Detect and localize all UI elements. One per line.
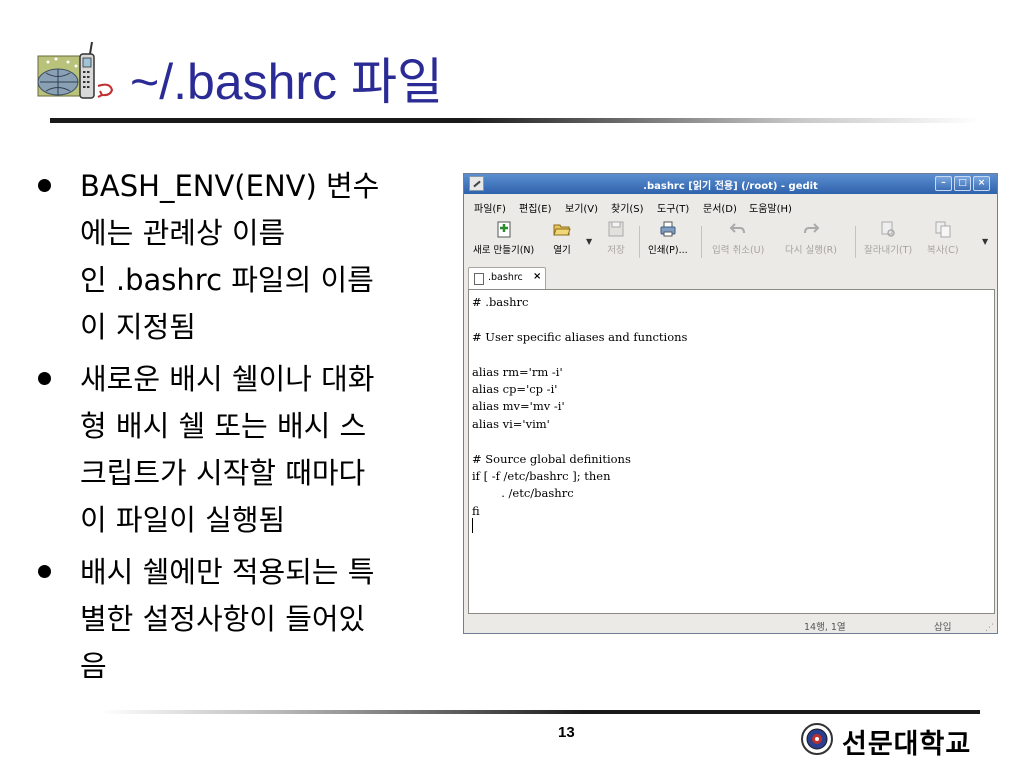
redo-button[interactable]: 다시 실행(R) [785, 220, 837, 256]
toolbar-separator [639, 226, 640, 258]
bullet-line: 이 지정됨 [80, 310, 196, 344]
maximize-button[interactable]: □ [954, 176, 971, 191]
bullet-line: BASH_ENV(ENV) 변수 [80, 169, 380, 203]
toolbar-label: 잘라내기(T) [864, 245, 913, 256]
footer-divider [100, 710, 980, 714]
cut-button[interactable]: 잘라내기(T) [864, 220, 912, 256]
menu-tools[interactable]: 도구(T) [657, 200, 689, 215]
toolbar-label: 인쇄(P)... [648, 245, 688, 256]
window-title: .bashrc [읽기 전용] (/root) - gedit [643, 181, 818, 192]
menu-documents[interactable]: 문서(D) [703, 200, 737, 215]
save-icon [608, 221, 624, 237]
open-folder-icon [553, 224, 571, 236]
toolbar-separator [855, 226, 856, 258]
close-button[interactable]: × [973, 176, 990, 191]
undo-button[interactable]: 입력 취소(U) [712, 220, 764, 256]
tab-label: .bashrc [488, 272, 523, 283]
bullet-line: 크립트가 시작할 때마다 [80, 456, 366, 490]
toolbar: 새로 만들기(N) 열기 ▼ 저장 인쇄(P)... 입력 취소(U) 다시 실… [464, 220, 997, 266]
menu-edit[interactable]: 편집(E) [519, 200, 552, 215]
copy-icon [935, 221, 951, 238]
bullet-line: 이 파일이 실행됨 [80, 503, 286, 537]
bullet-line: 새로운 배시 쉘이나 대화 [80, 362, 375, 396]
toolbar-label: 복사(C) [927, 245, 959, 256]
undo-icon [729, 223, 746, 234]
insert-mode: 삽입 [934, 622, 952, 633]
bullet-dot-icon [38, 179, 51, 192]
toolbar-overflow-arrow-icon[interactable]: ▼ [982, 237, 988, 246]
toolbar-separator [701, 226, 702, 258]
menu-view[interactable]: 보기(V) [565, 200, 598, 215]
document-icon [474, 273, 484, 285]
status-bar: 14행, 1열 삽입 ⋰ [464, 615, 997, 633]
bullet-item: BASH_ENV(ENV) 변수 에는 관례상 이름 인 .bashrc 파일의… [38, 163, 448, 351]
menu-search[interactable]: 찾기(S) [611, 200, 644, 215]
resize-grip-icon[interactable]: ⋰ [985, 623, 994, 633]
open-recent-arrow-icon[interactable]: ▼ [586, 237, 592, 246]
menu-file[interactable]: 파일(F) [474, 200, 506, 215]
tab-bashrc[interactable]: .bashrc × [468, 267, 546, 289]
university-emblem-icon [801, 723, 833, 755]
page-title: ~/.bashrc 파일 [130, 54, 443, 110]
bullet-dot-icon [38, 372, 51, 385]
bullet-dot-icon [38, 565, 51, 578]
print-icon [660, 221, 676, 237]
toolbar-label: 입력 취소(U) [712, 245, 765, 256]
bullet-line: 배시 쉘에만 적용되는 특 [80, 555, 375, 589]
bullet-list: BASH_ENV(ENV) 변수 에는 관례상 이름 인 .bashrc 파일의… [38, 163, 448, 695]
bullet-item: 새로운 배시 쉘이나 대화 형 배시 쉘 또는 배시 스 크립트가 시작할 때마… [38, 356, 448, 544]
bullet-line: 별한 설정사항이 들어있 [80, 602, 366, 636]
toolbar-label: 다시 실행(R) [785, 245, 837, 256]
tab-close-icon[interactable]: × [533, 271, 541, 282]
toolbar-label: 열기 [553, 245, 571, 256]
cut-icon [881, 221, 895, 237]
phone-globe-logo-icon [37, 41, 114, 99]
cursor-position: 14행, 1열 [804, 622, 846, 633]
save-button[interactable]: 저장 [607, 220, 625, 256]
copy-button[interactable]: 복사(C) [927, 220, 959, 256]
redo-icon [804, 223, 820, 234]
bullet-line: 에는 관례상 이름 [80, 216, 286, 250]
minimize-button[interactable]: – [935, 176, 952, 191]
bullet-item: 배시 쉘에만 적용되는 특 별한 설정사항이 들어있 음 [38, 549, 448, 690]
toolbar-label: 저장 [607, 245, 625, 256]
new-document-button[interactable]: 새로 만들기(N) [473, 220, 534, 256]
print-button[interactable]: 인쇄(P)... [648, 220, 688, 256]
new-document-icon [497, 221, 511, 238]
text-cursor [472, 518, 473, 533]
bullet-line: 형 배시 쉘 또는 배시 스 [80, 409, 367, 443]
window-titlebar[interactable]: .bashrc [읽기 전용] (/root) - gedit – □ × [464, 174, 997, 194]
toolbar-label: 새로 만들기(N) [473, 245, 535, 256]
menu-help[interactable]: 도움말(H) [749, 200, 792, 215]
file-content[interactable]: # .bashrc # User specific aliases and fu… [469, 290, 994, 520]
open-button[interactable]: 열기 [553, 220, 571, 256]
gedit-window: .bashrc [읽기 전용] (/root) - gedit – □ × 파일… [463, 173, 998, 634]
bullet-line: 음 [80, 649, 107, 683]
bullet-line: 인 .bashrc 파일의 이름 [80, 263, 374, 297]
title-divider [50, 118, 980, 123]
university-name: 선문대학교 [842, 729, 972, 760]
text-editor-area[interactable]: # .bashrc # User specific aliases and fu… [468, 289, 995, 614]
page-number: 13 [558, 724, 575, 741]
